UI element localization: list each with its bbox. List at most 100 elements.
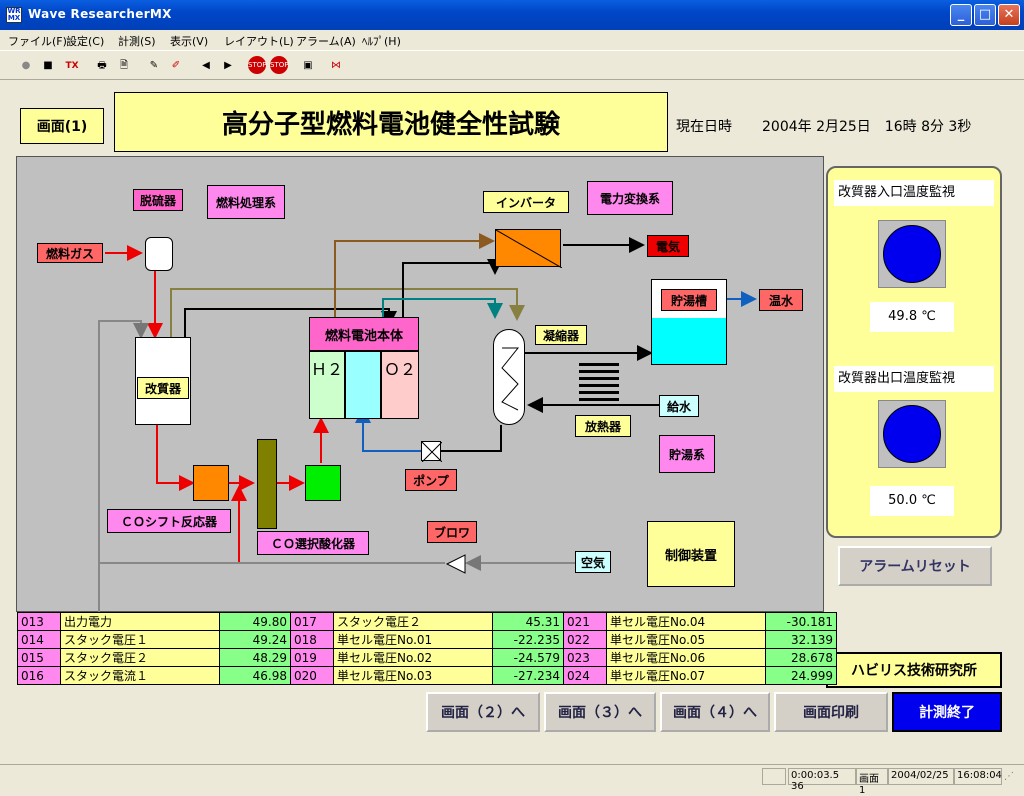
blower-icon [445, 554, 466, 574]
stop-square-icon[interactable]: ■ [38, 56, 58, 76]
reformer-label: 改質器 [137, 377, 189, 399]
pump-label: ポンプ [405, 469, 457, 491]
power-system-label: 電力変換系 [587, 181, 673, 215]
inlet-lamp [878, 220, 946, 288]
print-screen-button[interactable]: 画面印刷 [774, 692, 888, 732]
resize-grip-icon[interactable]: ⋰ [1004, 771, 1018, 785]
controller-box: 制御装置 [647, 521, 735, 587]
co-shift-box [193, 465, 229, 501]
condenser-vessel [493, 329, 525, 425]
co-select-label: ＣＯ選択酸化器 [257, 531, 369, 555]
table-row: 015 スタック電圧２ 48.29 019 単セル電圧No.02 -24.579 023… [17, 648, 837, 667]
channel-name: 出力電力 [60, 612, 220, 631]
channel-name: スタック電流１ [60, 666, 220, 685]
channel-number: 021 [563, 612, 607, 631]
status-elapsed: 0:00:03.5 36 [788, 768, 856, 792]
h2-compartment: Ｈ２ [309, 351, 345, 419]
chart-icon[interactable]: ⋈ [326, 56, 346, 76]
channel-number: 017 [290, 612, 334, 631]
channel-value: 46.98 [219, 666, 291, 685]
page-title: 高分子型燃料電池健全性試験 [114, 92, 668, 152]
title-bar[interactable]: WR MX Wave ResearcherMX _ □ ✕ [0, 0, 1024, 30]
outlet-temp-value: 50.0 ℃ [870, 486, 954, 516]
feed-water-label: 給水 [659, 395, 699, 417]
channel-number: 024 [563, 666, 607, 685]
status-date: 2004/02/25 [888, 768, 954, 785]
desulfurizer-vessel [145, 237, 173, 271]
table-row: 014 スタック電圧１ 49.24 018 単セル電圧No.01 -22.235 022… [17, 630, 837, 649]
condensate-line [441, 425, 502, 452]
condenser-label: 凝縮器 [535, 325, 587, 345]
dc-power-line [334, 233, 495, 325]
channel-number: 019 [290, 648, 334, 667]
screen2-button[interactable]: 画面（２）へ [426, 692, 540, 732]
end-measurement-button[interactable]: 計測終了 [892, 692, 1002, 732]
client-area: 画面(1) 高分子型燃料電池健全性試験 現在日時 2004年 2月25日 16時… [0, 82, 1024, 762]
stop-all-icon[interactable]: STOP [270, 56, 288, 74]
inverter-box [495, 229, 563, 269]
datetime-label: 現在日時 [676, 119, 732, 135]
menu-help[interactable]: ﾍﾙﾌﾟ(H) [362, 33, 401, 49]
electrolyte [345, 351, 381, 419]
menu-view[interactable]: 表示(V) [170, 33, 208, 49]
channel-name: 単セル電圧No.07 [606, 666, 766, 685]
record-icon[interactable]: ● [16, 56, 36, 76]
datetime-value: 2004年 2月25日 16時 8分 3秒 [762, 119, 972, 135]
inlet-temp-value: 49.8 ℃ [870, 302, 954, 332]
data-table: 013 出力電力 49.80 017 スタック電圧２ 45.31 021 単セル電圧No.… [17, 612, 837, 685]
humidifier-box [305, 465, 341, 501]
channel-name: 単セル電圧No.05 [606, 630, 766, 649]
hot-water-label: 温水 [759, 289, 803, 311]
fuel-gas-label: 燃料ガス [37, 243, 103, 263]
inlet-status-icon [883, 225, 941, 283]
inverter-label: インバータ [483, 191, 569, 213]
condenser-coil [501, 347, 520, 411]
cell-body-label: 燃料電池本体 [309, 317, 419, 351]
channel-value: -24.579 [492, 648, 564, 667]
channel-value: 48.29 [219, 648, 291, 667]
monitor-icon[interactable]: ▣ [298, 56, 318, 76]
preview-icon[interactable]: 🗎 [114, 56, 134, 76]
menu-layout[interactable]: レイアウト(L) [224, 33, 294, 49]
screen3-button[interactable]: 画面（３）へ [544, 692, 656, 732]
channel-number: 018 [290, 630, 334, 649]
menu-file[interactable]: ファイル(F) [8, 33, 67, 49]
edit-icon[interactable]: ✐ [166, 56, 186, 76]
cell-body: 燃料電池本体 Ｈ２ Ｏ２ [309, 317, 419, 419]
blower-label: ブロワ [427, 521, 477, 543]
tool-icon[interactable]: ✎ [144, 56, 164, 76]
menu-bar: ファイル(F) 設定(C) 計測(S) 表示(V) レイアウト(L) アラーム(… [0, 30, 1024, 50]
status-indicator [762, 768, 786, 785]
menu-alarm[interactable]: アラーム(A) [296, 33, 356, 49]
inverter-diagonal [495, 229, 563, 269]
forward-icon[interactable]: ▶ [218, 56, 238, 76]
minimize-button[interactable]: _ [950, 4, 972, 26]
co-select-box [257, 439, 277, 529]
channel-name: 単セル電圧No.01 [333, 630, 493, 649]
channel-name: 単セル電圧No.02 [333, 648, 493, 667]
outlet-temp-label: 改質器出口温度監視 [834, 366, 994, 392]
channel-value: -30.181 [765, 612, 837, 631]
close-button[interactable]: ✕ [998, 4, 1020, 26]
stop-icon[interactable]: STOP [248, 56, 266, 74]
fuel-system-label: 燃料処理系 [207, 185, 285, 219]
menu-measure[interactable]: 計測(S) [118, 33, 156, 49]
hot-storage-system-label: 貯湯系 [659, 435, 715, 473]
channel-name: 単セル電圧No.04 [606, 612, 766, 631]
tx-icon[interactable]: TX [62, 56, 82, 76]
screen4-button[interactable]: 画面（４）へ [660, 692, 770, 732]
alarm-reset-button[interactable]: アラームリセット [838, 546, 992, 586]
co-shift-label: ＣＯシフト反応器 [107, 509, 231, 533]
maximize-button[interactable]: □ [974, 4, 996, 26]
channel-number: 016 [17, 666, 61, 685]
channel-number: 022 [563, 630, 607, 649]
back-icon[interactable]: ◀ [196, 56, 216, 76]
channel-value: 49.24 [219, 630, 291, 649]
outlet-status-icon [883, 405, 941, 463]
menu-settings[interactable]: 設定(C) [66, 33, 104, 49]
status-screen: 画面 1 [856, 768, 888, 796]
electricity-label: 電気 [647, 235, 689, 257]
print-icon[interactable]: 🖶 [92, 56, 112, 76]
inlet-temp-label: 改質器入口温度監視 [834, 180, 994, 206]
app-icon[interactable]: WR MX [6, 7, 22, 23]
